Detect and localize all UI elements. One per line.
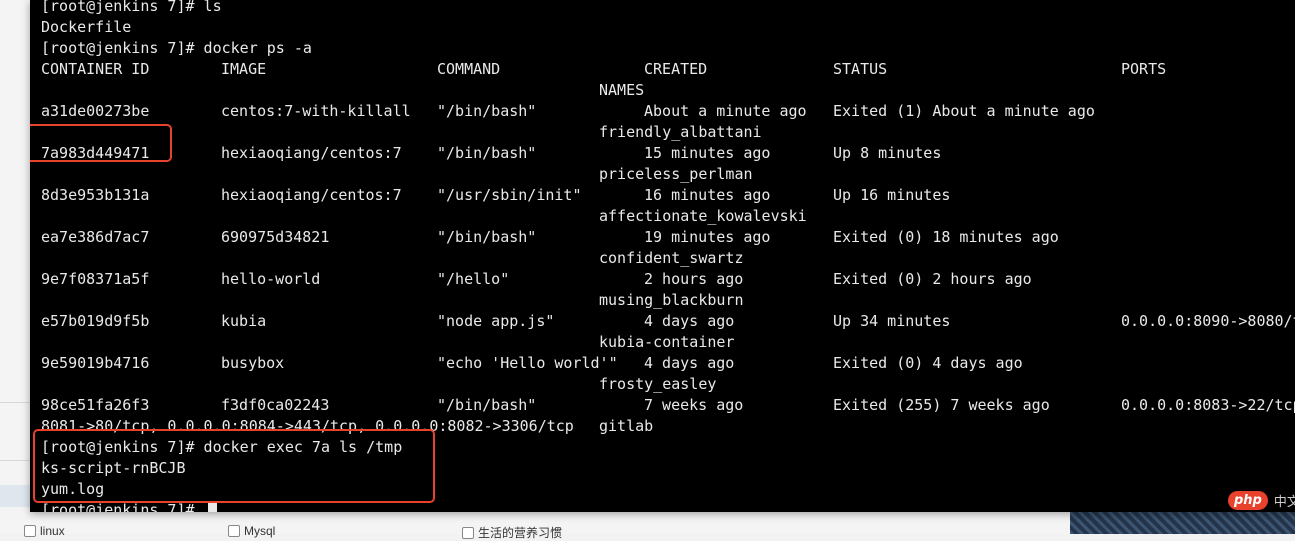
cell-command: "/bin/bash" <box>437 144 537 162</box>
terminal-line: [root@jenkins 7]# docker exec 7a ls /tmp <box>41 438 403 456</box>
table-row: 9e7f08371a5f hello-world "/hello" 2 hour… <box>41 269 1032 290</box>
table-row: 8d3e953b131a hexiaoqiang/centos:7 "/usr/… <box>41 185 950 206</box>
cell-status: Exited (0) 2 hours ago <box>833 270 1032 288</box>
cell-names: confident_swartz <box>599 249 744 267</box>
cell-container-id: 7a983d449471 <box>41 144 150 162</box>
cell-status: Exited (255) 7 weeks ago <box>833 396 1050 414</box>
terminal-output: [root@jenkins 7]# ls Dockerfile [root@je… <box>41 0 1295 512</box>
background-divider <box>0 402 30 403</box>
watermark: php 中文网 <box>1228 488 1295 512</box>
header-command: COMMAND <box>437 60 501 78</box>
checkbox-icon[interactable] <box>228 525 240 537</box>
cell-image: f3df0ca02243 <box>221 396 330 414</box>
cell-image: hello-world <box>221 270 321 288</box>
terminal-prompt-line[interactable]: [root@jenkins 7]# <box>41 500 402 512</box>
cell-created: 4 days ago <box>644 312 735 330</box>
cell-status: Up 34 minutes <box>833 312 951 330</box>
cell-command: "/hello" <box>437 270 510 288</box>
cell-created: 2 hours ago <box>644 270 744 288</box>
cell-command: "/bin/bash" <box>437 102 537 120</box>
cell-ports: 0.0.0.0:8083->22/tcp <box>1121 396 1295 414</box>
table-row-cont: friendly_albattani <box>41 122 762 143</box>
table-header-cont: NAMES <box>41 80 644 101</box>
terminal-line: Dockerfile <box>41 18 132 36</box>
table-row: e57b019d9f5b kubia "node app.js" 4 days … <box>41 311 1295 332</box>
background-checkbox-habits[interactable]: 生活的营养习惯 <box>462 524 562 541</box>
header-status: STATUS <box>833 60 888 78</box>
table-row: a31de00273be centos:7-with-killall "/bin… <box>41 101 1095 122</box>
header-ports: PORTS <box>1121 60 1167 78</box>
table-row-cont: affectionate_kowalevski <box>41 206 807 227</box>
cell-image: busybox <box>221 354 285 372</box>
cursor-icon <box>207 501 217 512</box>
cell-created: 16 minutes ago <box>644 186 771 204</box>
cell-names: musing_blackburn <box>599 291 744 309</box>
cell-command: "/bin/bash" <box>437 228 537 246</box>
cell-status: Exited (0) 4 days ago <box>833 354 1023 372</box>
cell-image: kubia <box>221 312 267 330</box>
cell-image: 690975d34821 <box>221 228 330 246</box>
cell-container-id: e57b019d9f5b <box>41 312 150 330</box>
terminal-prompt: [root@jenkins 7]# <box>41 501 204 512</box>
cell-container-id: 9e7f08371a5f <box>41 270 150 288</box>
cell-container-id: 8d3e953b131a <box>41 186 150 204</box>
table-row-cont: musing_blackburn <box>41 290 744 311</box>
cell-status: Up 16 minutes <box>833 186 951 204</box>
cell-image: hexiaoqiang/centos:7 <box>221 186 402 204</box>
table-row-cont: 8081->80/tcp, 0.0.0.0:8084->443/tcp, 0.0… <box>41 416 653 437</box>
table-header: CONTAINER ID IMAGE COMMAND CREATED STATU… <box>41 59 1166 80</box>
table-row: 7a983d449471 hexiaoqiang/centos:7 "/bin/… <box>41 143 941 164</box>
table-row-cont: priceless_perlman <box>41 164 753 185</box>
table-row: 98ce51fa26f3 f3df0ca02243 "/bin/bash" 7 … <box>41 395 1295 416</box>
cell-command: "node app.js" <box>437 312 555 330</box>
cell-command: "/bin/bash" <box>437 396 537 414</box>
cell-names: affectionate_kowalevski <box>599 207 807 225</box>
cell-names: frosty_easley <box>599 375 717 393</box>
cell-container-id: ea7e386d7ac7 <box>41 228 150 246</box>
cell-created: 15 minutes ago <box>644 144 771 162</box>
cell-created: About a minute ago <box>644 102 807 120</box>
table-row-cont: kubia-container <box>41 332 734 353</box>
cell-ports: 0.0.0.0:8090->8080/t <box>1121 312 1295 330</box>
cell-status: Exited (1) About a minute ago <box>833 102 1095 120</box>
cell-names: kubia-container <box>599 333 735 351</box>
cell-created: 4 days ago <box>644 354 735 372</box>
cell-container-id: a31de00273be <box>41 102 150 120</box>
terminal-line: ks-script-rnBCJB <box>41 459 186 477</box>
cell-ports-cont: 8081->80/tcp, 0.0.0.0:8084->443/tcp, 0.0… <box>41 417 574 435</box>
table-row: 9e59019b4716 busybox "echo 'Hello world'… <box>41 353 1023 374</box>
terminal-line: [root@jenkins 7]# docker ps -a <box>41 39 312 57</box>
cell-names: friendly_albattani <box>599 123 762 141</box>
php-logo-icon: php <box>1228 490 1268 510</box>
background-checkbox-linux[interactable]: linux <box>24 524 65 538</box>
background-selected-row <box>0 485 30 507</box>
header-created: CREATED <box>644 60 708 78</box>
cell-status: Exited (0) 18 minutes ago <box>833 228 1059 246</box>
watermark-site: 中文网 <box>1273 494 1295 510</box>
cell-command: "/usr/sbin/init" <box>437 186 582 204</box>
cell-container-id: 98ce51fa26f3 <box>41 396 150 414</box>
terminal-line: [root@jenkins 7]# ls <box>41 0 222 15</box>
table-row-cont: frosty_easley <box>41 374 716 395</box>
terminal-line: yum.log <box>41 480 105 498</box>
terminal-window[interactable]: [root@jenkins 7]# ls Dockerfile [root@je… <box>30 0 1295 512</box>
cell-names: gitlab <box>599 417 654 435</box>
checkbox-icon[interactable] <box>24 525 36 537</box>
table-row-cont: confident_swartz <box>41 248 744 269</box>
cell-created: 19 minutes ago <box>644 228 771 246</box>
cell-image: centos:7-with-killall <box>221 102 411 120</box>
cell-names: priceless_perlman <box>599 165 753 183</box>
header-names: NAMES <box>599 81 645 99</box>
table-row: ea7e386d7ac7 690975d34821 "/bin/bash" 19… <box>41 227 1059 248</box>
cell-created: 7 weeks ago <box>644 396 744 414</box>
header-container-id: CONTAINER ID <box>41 60 150 78</box>
checkbox-icon[interactable] <box>462 526 474 539</box>
background-divider <box>0 460 30 461</box>
cell-container-id: 9e59019b4716 <box>41 354 150 372</box>
cell-image: hexiaoqiang/centos:7 <box>221 144 402 162</box>
background-checkbox-mysql[interactable]: Mysql <box>228 524 275 538</box>
cell-status: Up 8 minutes <box>833 144 942 162</box>
header-image: IMAGE <box>221 60 267 78</box>
cell-command: "echo 'Hello world'" <box>437 354 618 372</box>
